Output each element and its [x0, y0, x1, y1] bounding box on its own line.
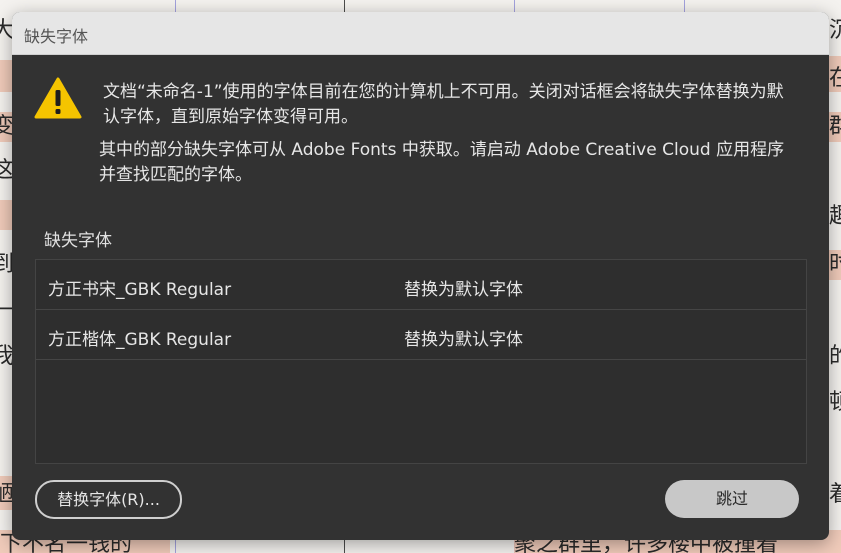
- doc-glyph: 趣: [829, 204, 841, 229]
- table-row[interactable]: 方正楷体_GBK Regular 替换为默认字体: [36, 310, 806, 360]
- replace-fonts-button[interactable]: 替换字体(R)...: [35, 480, 182, 519]
- secondary-message: 其中的部分缺失字体可从 Adobe Fonts 中获取。请启动 Adobe Cr…: [99, 140, 785, 185]
- doc-glyph: 顿: [829, 390, 841, 415]
- font-name-cell: 方正书宋_GBK Regular: [48, 280, 232, 300]
- skip-button[interactable]: 跳过: [665, 480, 799, 518]
- replacement-action-cell: 替换为默认字体: [404, 330, 523, 350]
- doc-glyph: 时: [829, 252, 841, 277]
- primary-message: 文档“未命名-1”使用的字体目前在您的计算机上不可用。关闭对话框会将缺失字体替换…: [103, 82, 784, 127]
- dialog-title: 缺失字体: [24, 27, 89, 46]
- doc-glyph: 着: [829, 482, 841, 507]
- doc-glyph: 的: [829, 344, 841, 369]
- dialog-titlebar[interactable]: 缺失字体: [12, 12, 829, 55]
- missing-fonts-heading: 缺失字体: [44, 231, 112, 251]
- doc-glyph: 沉: [829, 18, 841, 43]
- doc-glyph: 群: [829, 114, 841, 139]
- warning-triangle-icon: [34, 76, 82, 120]
- table-row[interactable]: 方正书宋_GBK Regular 替换为默认字体: [36, 260, 806, 310]
- font-name-cell: 方正楷体_GBK Regular: [48, 330, 232, 350]
- replacement-action-cell: 替换为默认字体: [404, 280, 523, 300]
- missing-fonts-dialog: 缺失字体 文档“未命名-1”使用的字体目前在您的计算机上不可用。关闭对话框会将缺…: [12, 12, 829, 540]
- doc-glyph: 在: [829, 66, 841, 91]
- missing-fonts-table[interactable]: 方正书宋_GBK Regular 替换为默认字体 方正楷体_GBK Regula…: [35, 259, 807, 464]
